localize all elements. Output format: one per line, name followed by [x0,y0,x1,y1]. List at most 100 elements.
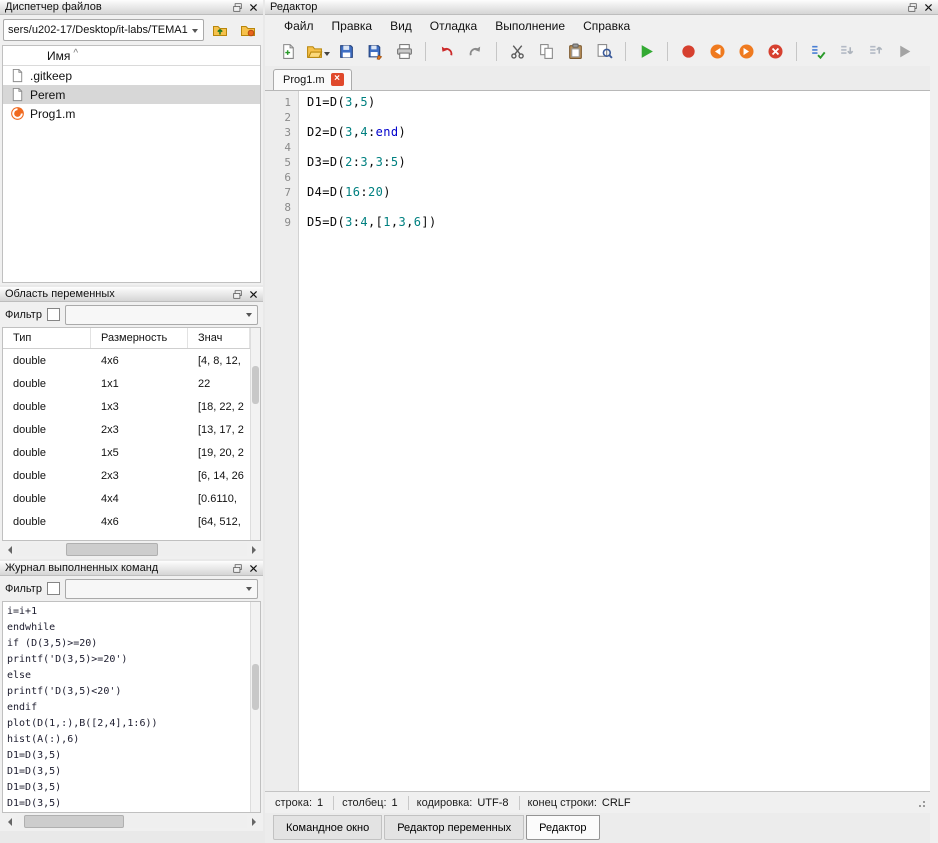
menu-item[interactable]: Правка [323,17,382,35]
save-button[interactable] [333,39,360,64]
menu-item[interactable]: Выполнение [486,17,574,35]
scrollbar-track[interactable] [16,543,247,556]
float-panel-button[interactable] [229,562,245,575]
float-panel-button[interactable] [229,1,245,14]
clear-breakpoints-icon [767,43,784,60]
open-file-button[interactable] [304,39,331,64]
filter-checkbox[interactable] [47,308,60,321]
prev-breakpoint-button[interactable] [704,39,731,64]
variable-row[interactable]: double1x122 [3,372,250,395]
horizontal-scrollbar[interactable] [2,542,261,557]
history-line[interactable]: plot(D(1,:),B([2,4],1:6)) [3,716,250,732]
filter-combobox[interactable] [65,579,258,599]
history-line[interactable]: printf('D(3,5)>=20') [3,652,250,668]
resize-grip[interactable] [916,798,926,808]
filter-checkbox[interactable] [47,582,60,595]
step-in-button[interactable] [833,39,860,64]
filter-dropdown-button[interactable] [241,306,257,324]
history-line[interactable]: i=i+1 [3,604,250,620]
arrow-left-icon [4,818,12,826]
step-out-button[interactable] [862,39,889,64]
column-header[interactable]: Знач [188,328,250,348]
scrollbar-thumb[interactable] [24,815,124,828]
variable-row[interactable]: double1x3[18, 22, 2 [3,395,250,418]
clear-breakpoints-button[interactable] [762,39,789,64]
history-line[interactable]: D1=D(3,5) [3,748,250,764]
dock-tab[interactable]: Командное окно [273,815,382,840]
float-panel-button[interactable] [229,288,245,301]
scroll-left-button[interactable] [2,543,16,556]
dock-tab[interactable]: Редактор [526,815,599,840]
run-button[interactable] [633,39,660,64]
variable-row[interactable]: double2x3[6, 14, 26 [3,464,250,487]
variable-row[interactable]: double4x4[0.6110, [3,487,250,510]
history-line[interactable]: D1=D(3,5) [3,764,250,780]
close-panel-button[interactable] [245,288,261,301]
history-line[interactable]: D1=D(3,5) [3,780,250,796]
scrollbar-track[interactable] [16,815,247,828]
scroll-right-button[interactable] [247,815,261,828]
new-script-button[interactable] [275,39,302,64]
toggle-breakpoint-button[interactable] [675,39,702,64]
horizontal-scrollbar[interactable] [2,814,261,829]
close-icon [248,289,259,300]
save-as-button[interactable] [362,39,389,64]
copy-button[interactable] [533,39,560,64]
variable-row[interactable]: double4x6[64, 512, [3,510,250,533]
step-button[interactable] [804,39,831,64]
tab-close-button[interactable]: × [331,73,344,86]
column-header[interactable]: Размерность [91,328,188,348]
cut-button[interactable] [504,39,531,64]
print-button[interactable] [391,39,418,64]
history-line[interactable]: if (D(3,5)>=20) [3,636,250,652]
code-editor[interactable]: D1=D(3,5) D2=D(3,4:end) D3=D(2:3,3:5) D4… [299,91,930,791]
scrollbar-thumb[interactable] [252,664,259,710]
paste-button[interactable] [562,39,589,64]
scrollbar-thumb[interactable] [252,366,259,404]
editor-tab[interactable]: Prog1.m × [273,69,352,90]
menu-item[interactable]: Отладка [421,17,486,35]
redo-button[interactable] [462,39,489,64]
undo-button[interactable] [433,39,460,64]
file-item[interactable]: Perem [3,85,260,104]
next-breakpoint-button[interactable] [733,39,760,64]
path-combobox[interactable]: sers/u202-17/Desktop/it-labs/TEMA1 [3,19,204,41]
menu-item[interactable]: Вид [381,17,421,35]
column-header[interactable]: Тип [3,328,91,348]
name-column-header[interactable]: Имя ^ [3,46,260,66]
variable-row[interactable]: double2x3[13, 17, 2 [3,418,250,441]
find-replace-button[interactable] [591,39,618,64]
folder-up-button[interactable] [207,18,232,42]
history-line[interactable]: endwhile [3,620,250,636]
history-line[interactable]: printf('D(3,5)<20') [3,684,250,700]
float-panel-button[interactable] [904,1,920,14]
vertical-scrollbar[interactable] [250,328,260,540]
history-line[interactable]: D1=D(3,5) [3,796,250,812]
history-line[interactable]: else [3,668,250,684]
close-panel-button[interactable] [920,1,936,14]
path-dropdown-button[interactable] [187,20,203,40]
variable-row[interactable]: double4x6[4, 8, 12, [3,349,250,372]
variable-cell: double [3,470,91,482]
scrollbar-thumb[interactable] [66,543,158,556]
filter-combobox[interactable] [65,305,258,325]
file-item[interactable]: .gitkeep [3,66,260,85]
scroll-right-button[interactable] [247,543,261,556]
file-item[interactable]: Prog1.m [3,104,260,123]
folder-actions-button[interactable] [235,18,260,42]
vertical-scrollbar[interactable] [250,602,260,812]
filter-dropdown-button[interactable] [241,580,257,598]
variable-row[interactable]: double1x5[19, 20, 2 [3,441,250,464]
history-line[interactable]: hist(A(:),6) [3,732,250,748]
dock-tab[interactable]: Редактор переменных [384,815,524,840]
close-panel-button[interactable] [245,562,261,575]
dropdown-arrow-icon[interactable] [324,52,330,59]
menu-item[interactable]: Справка [574,17,639,35]
continue-button[interactable] [891,39,918,64]
code-line [307,140,930,155]
close-panel-button[interactable] [245,1,261,14]
history-line[interactable]: endif [3,700,250,716]
line-number: 6 [265,170,291,185]
menu-item[interactable]: Файл [275,17,323,35]
scroll-left-button[interactable] [2,815,16,828]
